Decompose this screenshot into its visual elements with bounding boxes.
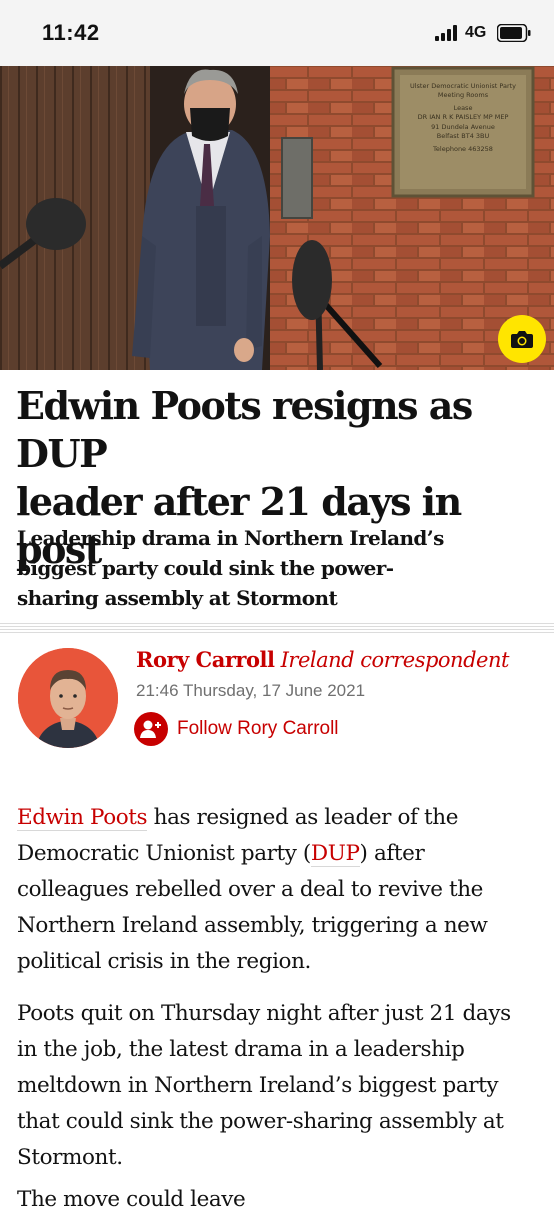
dup-link[interactable]: DUP [310,841,360,867]
svg-text:DR IAN R K PAISLEY MP MEP: DR IAN R K PAISLEY MP MEP [418,113,509,121]
hero-photo-illustration: Ulster Democratic Unionist Party Meeting… [0,66,554,370]
svg-text:91 Dundela Avenue: 91 Dundela Avenue [431,123,495,131]
body-paragraph-3: The move could leave [17,1187,246,1212]
status-bar: 11:42 4G [0,0,554,66]
headline-line: Edwin Poots resigns as DUP [16,383,473,476]
section-divider [0,623,554,635]
article-standfirst: Leadership drama in Northern Ireland’s b… [17,523,537,613]
battery-icon [497,24,531,42]
standfirst-line: biggest party could sink the power- [17,556,394,580]
signal-icon [435,25,457,41]
svg-text:Lease: Lease [454,104,473,112]
author-role: Ireland correspondent [280,648,510,672]
network-type: 4G [465,24,487,41]
author-name-link[interactable]: Rory Carroll [136,647,275,672]
follow-label: Follow Rory Carroll [177,718,339,739]
follow-author-button[interactable]: Follow Rory Carroll [134,712,339,746]
camera-button[interactable] [498,315,546,363]
byline: Rory Carroll Ireland correspondent [136,647,509,672]
author-avatar[interactable] [18,648,118,748]
standfirst-line: Leadership drama in Northern Ireland’s [17,526,444,550]
author-portrait [18,648,118,748]
edwin-poots-link[interactable]: Edwin Poots [17,805,148,831]
standfirst-line: sharing assembly at Stormont [17,586,338,610]
camera-icon [511,331,533,348]
svg-text:Ulster Democratic Unionist Par: Ulster Democratic Unionist Party [410,82,516,90]
svg-text:Meeting Rooms: Meeting Rooms [438,91,489,99]
article-dateline: 21:46 Thursday, 17 June 2021 [136,681,366,700]
svg-text:Telephone 463258: Telephone 463258 [432,145,493,153]
body-paragraph-2: Poots quit on Thursday night after just … [17,1001,511,1170]
status-time: 11:42 [42,20,100,45]
body-paragraph-1: Edwin Poots has resigned as leader of th… [17,805,488,974]
follow-plus-icon [134,712,168,746]
hero-image: Ulster Democratic Unionist Party Meeting… [0,66,554,370]
svg-text:Belfast BT4 3BU: Belfast BT4 3BU [437,132,490,140]
